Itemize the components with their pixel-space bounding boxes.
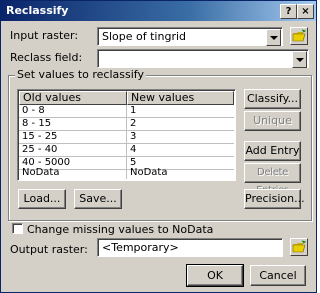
chevron-down-icon[interactable] <box>266 29 281 46</box>
title-bar[interactable]: Reclassify ? × <box>1 1 316 21</box>
unique-button[interactable]: Unique <box>244 111 301 131</box>
open-folder-icon[interactable] <box>290 238 308 256</box>
old-value-cell[interactable]: 15 - 25 <box>22 131 57 143</box>
reclass-field-dropdown[interactable] <box>97 49 309 68</box>
old-value-cell[interactable]: 0 - 8 <box>22 105 45 117</box>
ok-button[interactable]: OK <box>186 264 244 287</box>
chevron-down-icon[interactable] <box>292 51 307 68</box>
new-value-cell[interactable]: NoData <box>130 167 167 179</box>
open-folder-icon[interactable] <box>290 27 308 45</box>
table-row[interactable]: 15 - 25 3 <box>19 131 234 144</box>
output-raster-field[interactable]: <Temporary> <box>97 238 283 257</box>
output-raster-value: <Temporary> <box>102 241 179 254</box>
add-entry-button[interactable]: Add Entry <box>244 141 301 161</box>
load-button[interactable]: Load... <box>18 189 66 209</box>
old-value-cell[interactable]: NoData <box>22 167 59 179</box>
help-button[interactable]: ? <box>280 4 297 19</box>
old-value-cell[interactable]: 25 - 40 <box>22 144 57 156</box>
new-value-cell[interactable]: 1 <box>130 105 136 117</box>
new-value-cell[interactable]: 2 <box>130 118 136 130</box>
dialog-title: Reclassify <box>6 4 69 17</box>
reclass-table[interactable]: Old values New values 0 - 8 1 8 - 15 2 1… <box>17 89 236 181</box>
cancel-button[interactable]: Cancel <box>250 265 306 286</box>
classify-button[interactable]: Classify... <box>244 89 301 109</box>
input-raster-label: Input raster: <box>10 29 79 42</box>
table-row[interactable]: 0 - 8 1 <box>19 105 234 118</box>
missing-to-nodata-checkbox[interactable] <box>12 223 23 234</box>
new-value-cell[interactable]: 3 <box>130 131 136 143</box>
table-row[interactable]: NoData NoData <box>19 167 234 179</box>
reclassify-dialog: Reclassify ? × Input raster: Slope of ti… <box>0 0 317 293</box>
old-values-header[interactable]: Old values <box>19 91 127 105</box>
table-row[interactable]: 25 - 40 4 <box>19 144 234 157</box>
table-row[interactable]: 8 - 15 2 <box>19 118 234 131</box>
new-values-header[interactable]: New values <box>127 91 234 105</box>
new-value-cell[interactable]: 4 <box>130 144 136 156</box>
delete-entries-button[interactable]: Delete Entries <box>244 163 301 196</box>
old-value-cell[interactable]: 8 - 15 <box>22 118 51 130</box>
input-raster-value: Slope of tingrid <box>102 30 186 43</box>
precision-button[interactable]: Precision... <box>244 189 305 209</box>
output-raster-label: Output raster: <box>10 243 88 256</box>
set-values-group-label: Set values to reclassify <box>15 68 146 81</box>
reclass-field-label: Reclass field: <box>10 51 83 64</box>
close-button[interactable]: × <box>297 4 314 19</box>
input-raster-dropdown[interactable]: Slope of tingrid <box>97 27 283 46</box>
save-button[interactable]: Save... <box>74 189 122 209</box>
missing-to-nodata-label[interactable]: Change missing values to NoData <box>27 223 213 236</box>
